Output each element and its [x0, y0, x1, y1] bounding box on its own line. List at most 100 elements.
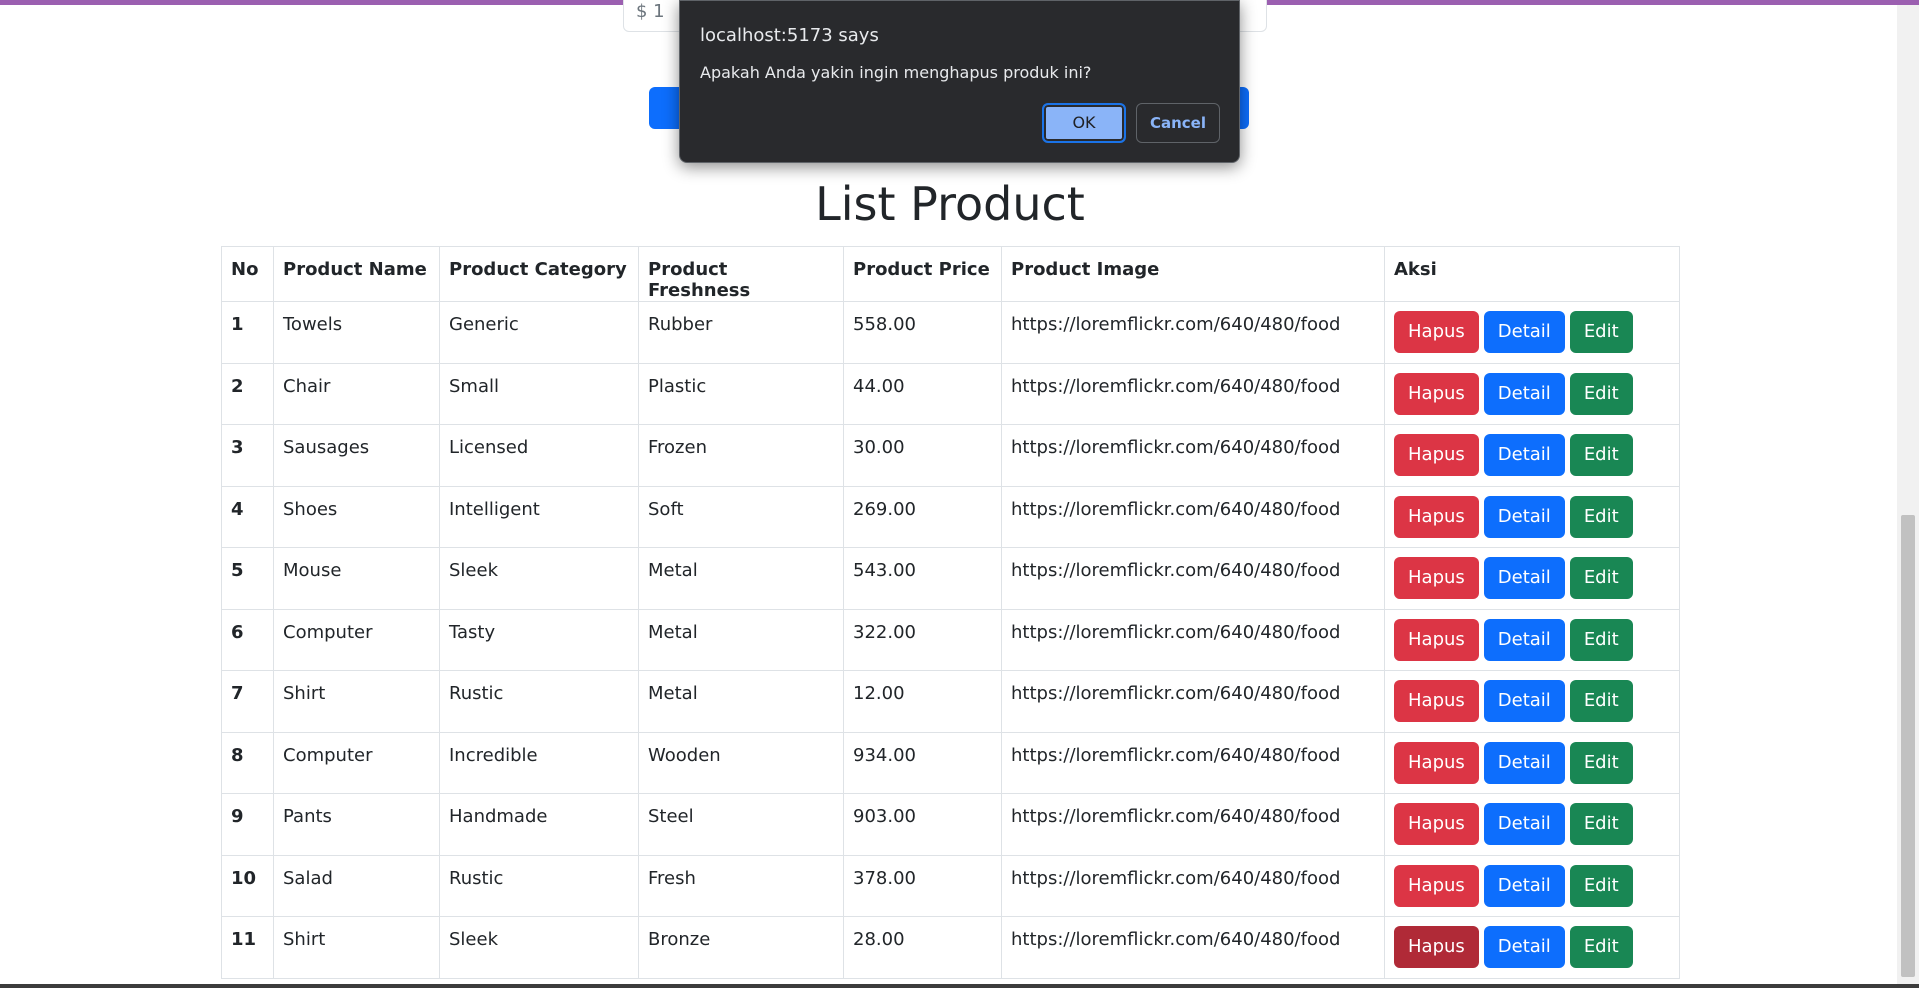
cell-product-image: https://loremflickr.com/640/480/food [1001, 301, 1385, 364]
cell-product-name: Computer [273, 731, 440, 794]
table-header-row: No Product Name Product Category Product… [221, 246, 1680, 302]
cell-product-price: 269.00 [843, 485, 1002, 548]
delete-button[interactable]: Hapus [1394, 741, 1479, 784]
edit-button[interactable]: Edit [1569, 864, 1633, 907]
cell-actions: Hapus Detail Edit [1384, 854, 1680, 917]
header-no: No [221, 246, 274, 302]
cell-actions: Hapus Detail Edit [1384, 485, 1680, 548]
table-row: 10 Salad Rustic Fresh 378.00 https://loremfli… [221, 854, 1680, 917]
edit-button[interactable]: Edit [1569, 495, 1633, 538]
cell-product-category: Rustic [439, 670, 639, 733]
cell-no: 8 [221, 731, 274, 794]
cell-product-freshness: Frozen [638, 424, 844, 487]
detail-button[interactable]: Detail [1483, 864, 1565, 907]
cell-product-category: Sleek [439, 547, 639, 610]
table-row: 2 Chair Small Plastic 44.00 https://loremflic… [221, 362, 1680, 425]
cell-product-image: https://loremflickr.com/640/480/food [1001, 485, 1385, 548]
detail-button[interactable]: Detail [1483, 926, 1565, 968]
delete-button[interactable]: Hapus [1394, 495, 1479, 538]
edit-button[interactable]: Edit [1569, 372, 1633, 415]
cell-product-price: 903.00 [843, 793, 1002, 856]
edit-button[interactable]: Edit [1569, 741, 1633, 784]
cell-product-freshness: Metal [638, 670, 844, 733]
cell-product-name: Salad [273, 854, 440, 917]
cell-product-image: https://loremflickr.com/640/480/food [1001, 854, 1385, 917]
cell-product-name: Shirt [273, 670, 440, 733]
cell-actions: Hapus Detail Edit [1384, 670, 1680, 733]
detail-button[interactable]: Detail [1483, 680, 1565, 722]
page-title: List Product [815, 177, 1085, 231]
cell-product-name: Sausages [273, 424, 440, 487]
header-product-price: Product Price [843, 246, 1002, 302]
detail-button[interactable]: Detail [1483, 311, 1565, 353]
delete-button[interactable]: Hapus [1394, 311, 1479, 353]
cell-product-category: Intelligent [439, 485, 639, 548]
product-table: No Product Name Product Category Product… [221, 246, 1680, 979]
detail-button[interactable]: Detail [1483, 434, 1565, 476]
delete-button[interactable]: Hapus [1394, 618, 1479, 661]
dialog-message: Apakah Anda yakin ingin menghapus produk… [700, 63, 1092, 82]
cell-actions: Hapus Detail Edit [1384, 731, 1680, 794]
detail-button[interactable]: Detail [1483, 372, 1565, 415]
cell-product-image: https://loremflickr.com/640/480/food [1001, 362, 1385, 425]
delete-button[interactable]: Hapus [1394, 434, 1479, 476]
cell-product-price: 44.00 [843, 362, 1002, 425]
dialog-cancel-button[interactable]: Cancel [1136, 103, 1220, 143]
table-row: 6 Computer Tasty Metal 322.00 https://loremfl… [221, 608, 1680, 671]
cell-product-category: Generic [439, 301, 639, 364]
bottom-edge [0, 984, 1919, 988]
cell-product-freshness: Soft [638, 485, 844, 548]
delete-button[interactable]: Hapus [1394, 803, 1479, 845]
edit-button[interactable]: Edit [1569, 311, 1633, 353]
detail-button[interactable]: Detail [1483, 557, 1565, 599]
table-row: 7 Shirt Rustic Metal 12.00 https://loremflick… [221, 670, 1680, 733]
cell-product-image: https://loremflickr.com/640/480/food [1001, 424, 1385, 487]
cell-no: 2 [221, 362, 274, 425]
edit-button[interactable]: Edit [1569, 803, 1633, 845]
cell-product-price: 558.00 [843, 301, 1002, 364]
cell-actions: Hapus Detail Edit [1384, 362, 1680, 425]
edit-button[interactable]: Edit [1569, 680, 1633, 722]
cell-no: 11 [221, 916, 274, 979]
delete-button[interactable]: Hapus [1394, 864, 1479, 907]
cell-product-category: Licensed [439, 424, 639, 487]
delete-button[interactable]: Hapus [1394, 372, 1479, 415]
detail-button[interactable]: Detail [1483, 618, 1565, 661]
edit-button[interactable]: Edit [1569, 557, 1633, 599]
delete-button[interactable]: Hapus [1394, 680, 1479, 722]
cell-product-freshness: Plastic [638, 362, 844, 425]
cell-product-freshness: Steel [638, 793, 844, 856]
cell-product-name: Towels [273, 301, 440, 364]
header-actions: Aksi [1384, 246, 1680, 302]
cell-product-category: Incredible [439, 731, 639, 794]
cell-product-price: 322.00 [843, 608, 1002, 671]
header-product-image: Product Image [1001, 246, 1385, 302]
cell-product-price: 934.00 [843, 731, 1002, 794]
edit-button[interactable]: Edit [1569, 926, 1633, 968]
cell-product-image: https://loremflickr.com/640/480/food [1001, 916, 1385, 979]
cell-no: 9 [221, 793, 274, 856]
cell-product-price: 12.00 [843, 670, 1002, 733]
cell-product-image: https://loremflickr.com/640/480/food [1001, 731, 1385, 794]
cell-no: 3 [221, 424, 274, 487]
dialog-ok-button[interactable]: OK [1042, 103, 1126, 143]
vertical-scrollbar[interactable] [1897, 5, 1919, 984]
detail-button[interactable]: Detail [1483, 495, 1565, 538]
delete-button[interactable]: Hapus [1394, 557, 1479, 599]
table-body: 1 Towels Generic Rubber 558.00 https://loremf… [221, 301, 1680, 979]
cell-actions: Hapus Detail Edit [1384, 301, 1680, 364]
cell-product-freshness: Fresh [638, 854, 844, 917]
cell-product-freshness: Metal [638, 547, 844, 610]
cell-actions: Hapus Detail Edit [1384, 424, 1680, 487]
product-table-container: No Product Name Product Category Product… [221, 246, 1680, 979]
detail-button[interactable]: Detail [1483, 803, 1565, 845]
cell-product-freshness: Metal [638, 608, 844, 671]
table-row: 5 Mouse Sleek Metal 543.00 https://loremflick… [221, 547, 1680, 610]
edit-button[interactable]: Edit [1569, 618, 1633, 661]
scrollbar-thumb[interactable] [1901, 515, 1915, 977]
cell-no: 5 [221, 547, 274, 610]
delete-button[interactable]: Hapus [1394, 926, 1479, 968]
detail-button[interactable]: Detail [1483, 741, 1565, 784]
edit-button[interactable]: Edit [1569, 434, 1633, 476]
cell-product-price: 30.00 [843, 424, 1002, 487]
